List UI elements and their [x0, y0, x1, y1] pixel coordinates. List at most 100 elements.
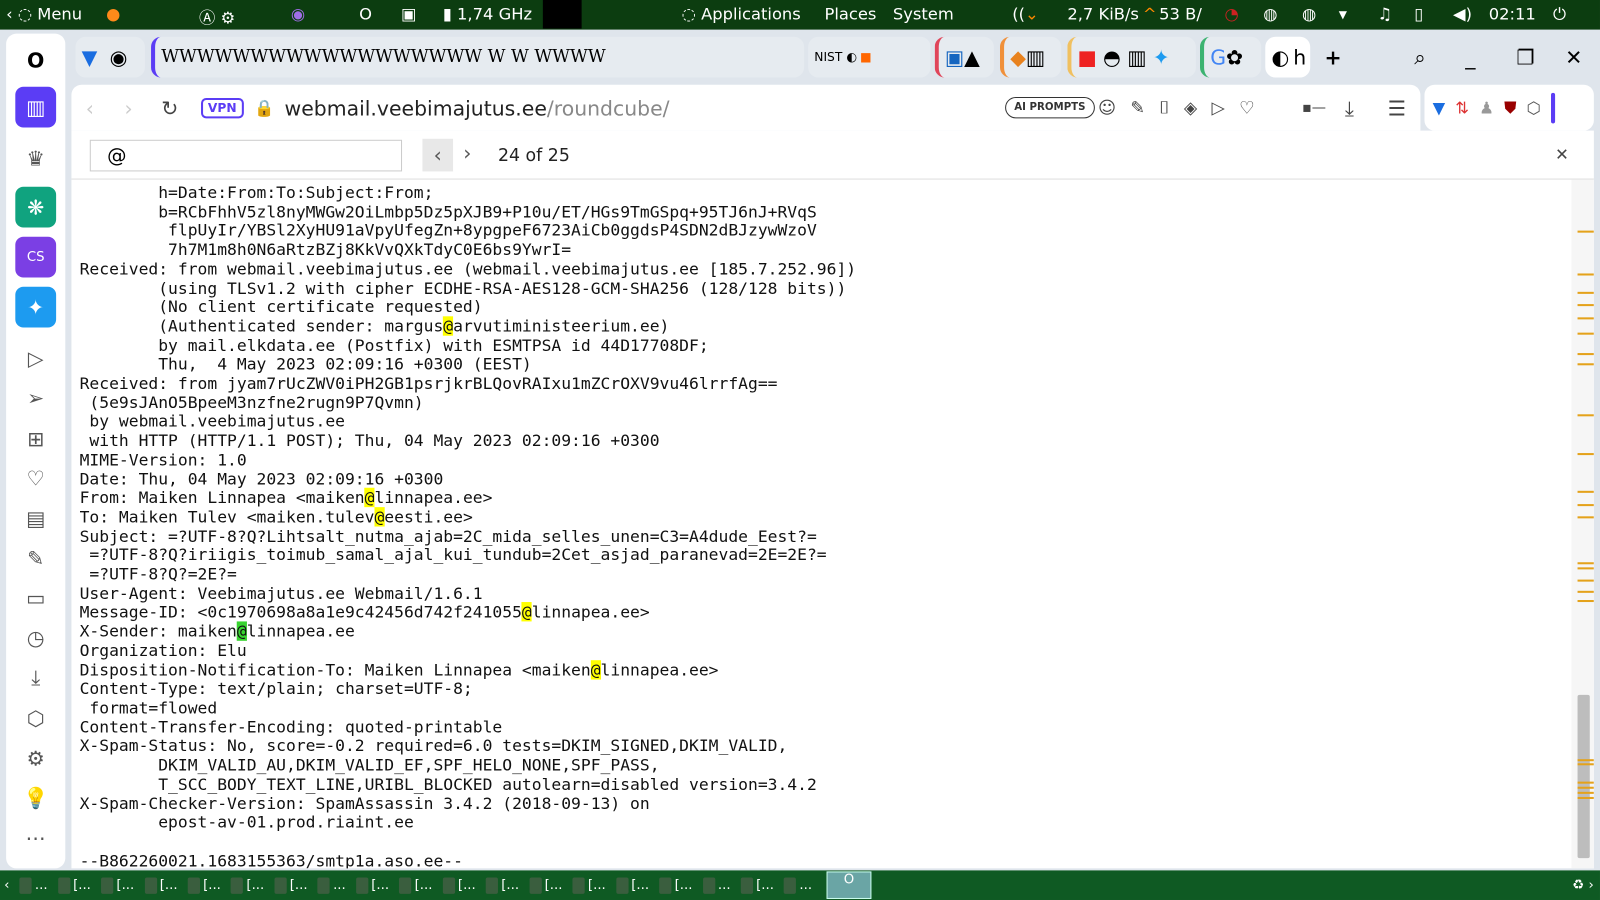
minimize-button[interactable]: _ [1459, 37, 1481, 78]
find-input[interactable] [89, 139, 403, 172]
close-find-button[interactable]: ✕ [1555, 145, 1569, 164]
window-icon [317, 877, 331, 894]
tor-icon[interactable]: ◉ [291, 4, 305, 23]
ublock-icon[interactable]: ⛊ [1504, 97, 1516, 117]
find-previous-button[interactable]: ‹ [422, 138, 454, 172]
accessibility-icon[interactable]: Ⓐ ⚙ [199, 4, 235, 28]
toolbar-icons[interactable]: ☺✎⌷◈▷♡ [1098, 97, 1269, 117]
taskbar-item[interactable]: ... [702, 877, 731, 894]
clock[interactable]: 02:11 [1489, 4, 1536, 23]
taskbar-item[interactable]: [... [740, 877, 774, 894]
news-icon[interactable]: ▤ [15, 498, 56, 539]
network-icon[interactable]: ▾ [1339, 4, 1347, 23]
easy-setup-icon[interactable]: ☰ [1388, 95, 1406, 119]
reload-button[interactable]: ↻ [161, 95, 178, 119]
taskbar-item[interactable]: [... [355, 877, 389, 894]
taskbar-item[interactable]: ... [19, 877, 48, 894]
opera-logo-icon[interactable]: O [15, 40, 56, 81]
menu-button[interactable]: ‹ ◌ Menu [6, 4, 82, 23]
scrollbar-thumb[interactable] [1577, 694, 1590, 859]
find-next-button[interactable]: › [463, 141, 471, 165]
send-icon[interactable]: ➢ [15, 378, 56, 419]
battery-icon[interactable]: ▯ [1414, 4, 1423, 23]
taskbar-item-label: [... [159, 877, 178, 893]
downloads-icon[interactable]: ⤓ [1345, 95, 1354, 119]
chatgpt-icon[interactable]: ❋ [15, 186, 57, 228]
extension-icon[interactable]: ♟ [1479, 98, 1494, 117]
maximize-button[interactable]: ❐ [1510, 37, 1541, 78]
header-line: Date: Thu, 04 May 2023 02:09:16 +0300 [80, 469, 857, 489]
crown-icon[interactable]: ♛ [15, 138, 56, 179]
back-button[interactable]: ‹ [86, 95, 94, 119]
player-icon[interactable]: ▷ [15, 338, 56, 379]
heart-icon[interactable]: ♡ [15, 458, 56, 499]
opera-icon[interactable]: O [359, 4, 372, 23]
history-icon[interactable]: ◷ [15, 617, 56, 658]
system-menu[interactable]: System [893, 4, 954, 23]
monitor-icon[interactable]: ◔ [1224, 4, 1238, 23]
tab-group[interactable]: G ✿ [1199, 36, 1262, 78]
github-icon[interactable]: ◉ [110, 45, 128, 69]
close-window-button[interactable]: ✕ [1559, 37, 1588, 78]
more-icon[interactable]: ⋯ [15, 817, 56, 858]
applications-menu[interactable]: ◌ Applications [682, 4, 801, 23]
taskbar-item[interactable]: [... [274, 877, 308, 894]
apps-icon[interactable]: ⊞ [15, 418, 56, 459]
tab-group[interactable]: NIST ◐ ■ [808, 36, 931, 78]
taskbar-item[interactable]: [... [442, 877, 476, 894]
globe-icon: ◐ [1271, 44, 1290, 70]
notification-icon[interactable]: ♫ [1378, 4, 1393, 23]
taskbar-item[interactable]: [... [187, 877, 221, 894]
taskbar-item[interactable]: [... [144, 877, 178, 894]
taskbar-item[interactable]: [... [529, 877, 562, 894]
taskbar-item[interactable]: [... [659, 877, 692, 894]
url-field[interactable]: webmail.veebimajutus.ee/roundcube/ [285, 95, 670, 119]
tray-icon[interactable]: ◍ [1263, 4, 1277, 23]
search-tabs-icon[interactable]: ⌕ [1408, 37, 1432, 78]
taskbar-item[interactable]: [... [485, 877, 519, 894]
tabs-icon[interactable]: ▭ [15, 578, 56, 619]
battery-saver-icon[interactable]: ▪— [1302, 99, 1326, 115]
tab-group-bookmarks[interactable]: WWWWWWWWWWWWWWWWWW W W WWWW [151, 36, 805, 78]
vpn-badge[interactable]: VPN [200, 97, 244, 118]
pen-icon[interactable]: ✎ [15, 538, 56, 579]
tab-icon[interactable]: ▼ [82, 45, 98, 69]
twitter-icon[interactable]: ✦ [15, 286, 57, 328]
bulb-icon[interactable]: 💡 [15, 778, 56, 819]
terminal-icon[interactable]: ▣ [401, 4, 416, 23]
extension-icon[interactable]: ⇅ [1455, 98, 1469, 117]
taskbar-item-active[interactable]: O [826, 871, 872, 899]
places-menu[interactable]: Places [824, 4, 876, 23]
trash-icon[interactable]: ♻ › [1572, 878, 1593, 893]
extension-icon[interactable]: ▼ [1433, 98, 1446, 117]
power-icon[interactable]: ⏻ [1553, 4, 1566, 24]
cs-icon[interactable]: CS [15, 236, 57, 278]
tab-group[interactable]: ▣ ▲ [934, 36, 994, 78]
tray-icon[interactable]: ◍ [1302, 4, 1316, 23]
taskbar-item[interactable]: ... [784, 877, 812, 894]
volume-icon[interactable]: ◀) [1453, 4, 1472, 23]
taskbar-item[interactable]: ... [317, 877, 346, 894]
taskbar-item[interactable]: [... [57, 877, 91, 894]
taskbar-item[interactable]: [... [101, 877, 134, 894]
taskbar-item[interactable]: [... [231, 877, 264, 894]
settings-icon[interactable]: ⚙ [15, 738, 56, 779]
box-icon[interactable]: ⬡ [15, 698, 56, 739]
lock-icon[interactable]: 🔒 [254, 98, 274, 117]
active-tab[interactable]: ◐ h [1265, 36, 1311, 78]
reader-icon[interactable]: ▥ [15, 86, 57, 128]
taskbar-item[interactable]: [... [572, 877, 606, 894]
taskbar-item[interactable]: [... [399, 877, 432, 894]
taskbar-item[interactable]: [... [615, 877, 649, 894]
tab-group[interactable]: ◆ ▥ [999, 36, 1062, 78]
tab-group[interactable]: ■ ◓ ▥ ✦ [1067, 36, 1196, 78]
line-text: Message-ID: <0c1970698a8a1e9c42456d742f2… [79, 602, 522, 622]
download-icon[interactable]: ⤓ [15, 657, 56, 698]
new-tab-button[interactable]: + [1318, 37, 1353, 78]
vertical-scrollbar[interactable] [1571, 179, 1594, 869]
extensions-icon[interactable]: ⬡ [1527, 98, 1541, 117]
forward-button[interactable]: › [124, 95, 132, 119]
ai-prompts-button[interactable]: AI PROMPTS [1005, 96, 1095, 119]
tab-titles[interactable]: WWWWWWWWWWWWWWWWWW W W WWWW [161, 47, 605, 67]
firefox-icon[interactable]: ● [106, 4, 120, 23]
